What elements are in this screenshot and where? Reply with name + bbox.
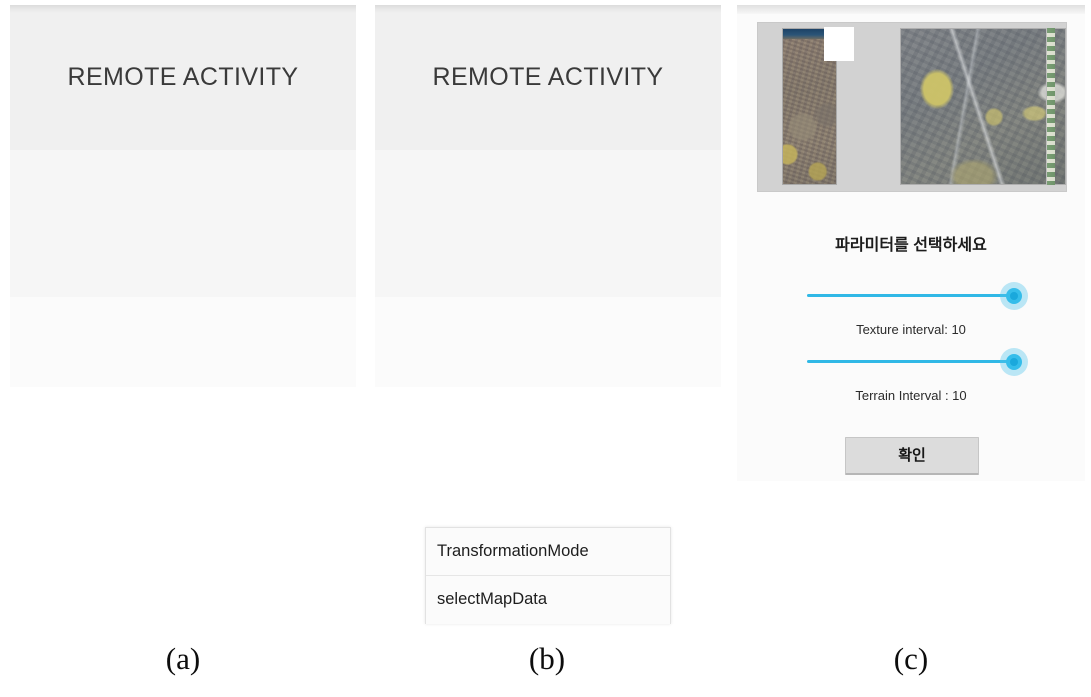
texture-interval-label: Texture interval: 10 [856, 322, 966, 337]
dialog-heading: 파라미터를 선택하세요 [835, 237, 987, 254]
mode-selection-dialog: TransformationMode selectMapData [425, 527, 671, 624]
screen-content-area [375, 150, 721, 297]
panel-b-remote-activity-screen: REMOTE ACTIVITY [375, 5, 721, 387]
terrain-slider-thumb[interactable] [1006, 354, 1022, 370]
figure-caption-c: (c) [893, 641, 929, 676]
list-item-select-map-data[interactable]: selectMapData [426, 575, 670, 622]
figure-caption-a: (a) [165, 641, 201, 676]
aerial-terrain-thumbnail[interactable] [900, 28, 1066, 185]
screen-top-edge [737, 5, 1085, 14]
list-item-transformation-mode[interactable]: TransformationMode [426, 528, 670, 575]
terrain-interval-label: Terrain Interval : 10 [855, 388, 967, 403]
panel-c-parameter-dialog-screen: 파라미터를 선택하세요 Texture interval: 10 Terrain… [737, 5, 1085, 481]
texture-slider-thumb[interactable] [1006, 288, 1022, 304]
terrain-slider-track[interactable] [807, 360, 1019, 363]
panel-a-remote-activity-screen: REMOTE ACTIVITY [10, 5, 356, 387]
page-title: REMOTE ACTIVITY [432, 63, 664, 91]
texture-interval-slider[interactable] [807, 282, 1028, 310]
map-preview-area [757, 22, 1067, 192]
confirm-button[interactable]: 확인 [845, 437, 979, 475]
figure-caption-b: (b) [528, 641, 566, 676]
white-selection-square [824, 27, 854, 61]
screen-content-area [10, 150, 356, 297]
aerial-terrain-texture [901, 29, 1065, 184]
screen-footer-area [375, 297, 721, 387]
texture-slider-track[interactable] [807, 294, 1019, 297]
screen-footer-area [10, 297, 356, 387]
terrain-interval-slider[interactable] [807, 348, 1028, 376]
page-title: REMOTE ACTIVITY [67, 63, 299, 91]
green-vertical-strip [1046, 28, 1055, 185]
